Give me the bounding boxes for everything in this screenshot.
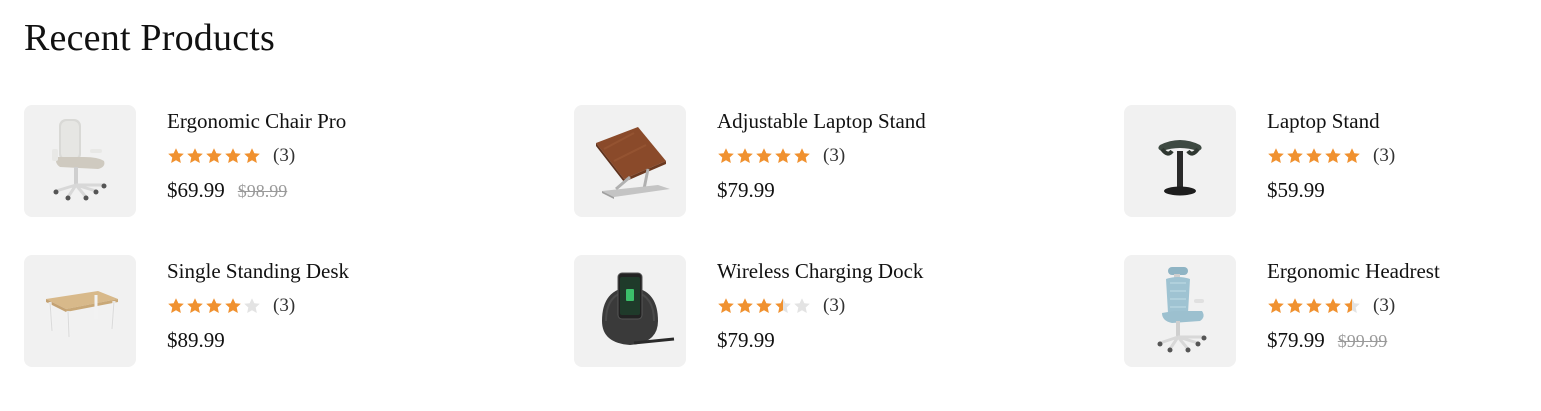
- star-filled-icon: [1306, 298, 1322, 313]
- product-name-link[interactable]: Laptop Stand: [1267, 109, 1380, 134]
- product-thumbnail[interactable]: [24, 255, 136, 367]
- review-count: (3): [1373, 295, 1396, 316]
- star-filled-icon: [756, 148, 772, 163]
- star-rating: [717, 147, 813, 165]
- star-filled-icon: [1325, 148, 1341, 163]
- product-rating: (3): [1267, 295, 1395, 317]
- star-filled-icon: [718, 148, 734, 163]
- product-thumbnail[interactable]: [574, 255, 686, 367]
- review-count: (3): [273, 295, 296, 316]
- current-price: $89.99: [167, 328, 225, 352]
- star-filled-icon: [1287, 148, 1303, 163]
- product-name-link[interactable]: Adjustable Laptop Stand: [717, 109, 926, 134]
- star-filled-icon: [225, 298, 241, 313]
- product-thumbnail[interactable]: [1124, 105, 1236, 217]
- desk-icon: [46, 291, 118, 338]
- star-filled-icon: [718, 298, 734, 313]
- star-rating: [1267, 147, 1363, 165]
- star-filled-icon: [244, 148, 260, 163]
- headrest-chair-icon: [1157, 267, 1207, 353]
- star-half-icon: [775, 298, 791, 313]
- office-chair-icon: [52, 119, 107, 201]
- product-prices: $89.99: [167, 328, 225, 353]
- product-thumbnail[interactable]: [24, 105, 136, 217]
- review-count: (3): [823, 145, 846, 166]
- star-empty-icon: [794, 298, 810, 313]
- product-card[interactable]: Wireless Charging Dock (3) $79.99: [574, 255, 1014, 367]
- star-filled-icon: [168, 148, 184, 163]
- star-rating: [167, 147, 263, 165]
- section-title: Recent Products: [24, 17, 276, 59]
- star-filled-icon: [206, 148, 222, 163]
- star-filled-icon: [737, 298, 753, 313]
- product-prices: $79.99: [717, 178, 775, 203]
- star-filled-icon: [187, 298, 203, 313]
- laptop-stand-icon: [596, 127, 670, 199]
- star-rating: [167, 297, 263, 315]
- product-card[interactable]: Adjustable Laptop Stand (3) $79.99: [574, 105, 1014, 217]
- product-rating: (3): [717, 145, 845, 167]
- product-grid: Ergonomic Chair Pro (3) $69.99 $98.99 Ad…: [24, 105, 1524, 367]
- product-name-link[interactable]: Wireless Charging Dock: [717, 259, 923, 284]
- current-price: $79.99: [717, 178, 775, 202]
- star-half-icon: [1344, 298, 1360, 313]
- star-filled-icon: [225, 148, 241, 163]
- star-filled-icon: [168, 298, 184, 313]
- product-thumbnail[interactable]: [1124, 255, 1236, 367]
- product-prices: $79.99 $99.99: [1267, 328, 1387, 353]
- original-price: $98.99: [237, 181, 288, 201]
- saddle-stool-icon: [1158, 140, 1202, 196]
- product-rating: (3): [717, 295, 845, 317]
- star-filled-icon: [206, 298, 222, 313]
- star-filled-icon: [1287, 298, 1303, 313]
- product-name-link[interactable]: Ergonomic Headrest: [1267, 259, 1440, 284]
- star-filled-icon: [1268, 148, 1284, 163]
- star-filled-icon: [1325, 298, 1341, 313]
- product-card[interactable]: Ergonomic Headrest (3) $79.99 $99.99: [1124, 255, 1541, 367]
- product-name-link[interactable]: Ergonomic Chair Pro: [167, 109, 346, 134]
- star-rating: [717, 297, 813, 315]
- star-filled-icon: [1268, 298, 1284, 313]
- star-filled-icon: [1344, 148, 1360, 163]
- star-empty-icon: [244, 298, 260, 313]
- review-count: (3): [823, 295, 846, 316]
- current-price: $79.99: [1267, 328, 1325, 352]
- star-rating: [1267, 297, 1363, 315]
- product-card[interactable]: Single Standing Desk (3) $89.99: [24, 255, 464, 367]
- review-count: (3): [273, 145, 296, 166]
- original-price: $99.99: [1337, 331, 1388, 351]
- product-card[interactable]: Laptop Stand (3) $59.99: [1124, 105, 1541, 217]
- star-filled-icon: [187, 148, 203, 163]
- current-price: $79.99: [717, 328, 775, 352]
- star-filled-icon: [794, 148, 810, 163]
- product-thumbnail[interactable]: [574, 105, 686, 217]
- product-prices: $59.99: [1267, 178, 1325, 203]
- review-count: (3): [1373, 145, 1396, 166]
- product-prices: $79.99: [717, 328, 775, 353]
- product-name-link[interactable]: Single Standing Desk: [167, 259, 349, 284]
- star-filled-icon: [737, 148, 753, 163]
- star-filled-icon: [775, 148, 791, 163]
- current-price: $69.99: [167, 178, 225, 202]
- product-prices: $69.99 $98.99: [167, 178, 287, 203]
- star-filled-icon: [756, 298, 772, 313]
- star-filled-icon: [1306, 148, 1322, 163]
- current-price: $59.99: [1267, 178, 1325, 202]
- product-card[interactable]: Ergonomic Chair Pro (3) $69.99 $98.99: [24, 105, 464, 217]
- product-rating: (3): [1267, 145, 1395, 167]
- product-rating: (3): [167, 295, 295, 317]
- product-rating: (3): [167, 145, 295, 167]
- charging-dock-icon: [602, 272, 675, 345]
